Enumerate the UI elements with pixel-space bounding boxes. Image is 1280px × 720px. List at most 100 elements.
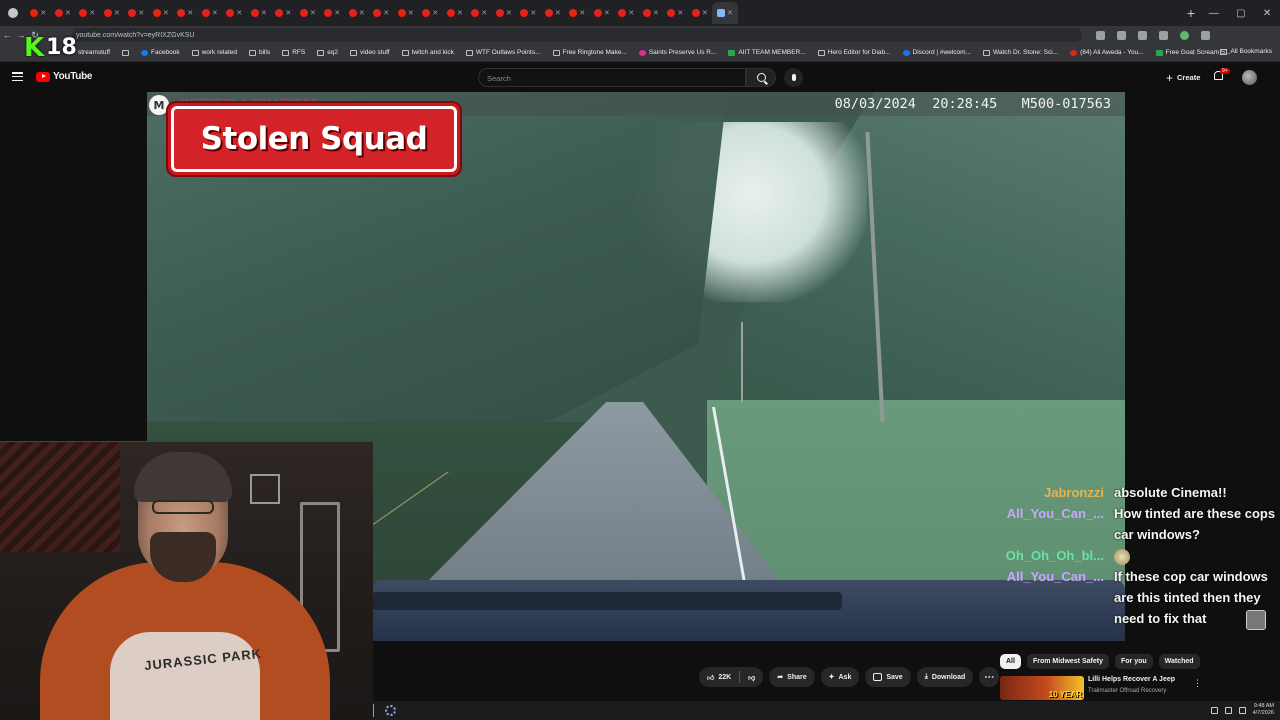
close-tab-icon[interactable]: ✕ bbox=[579, 9, 585, 17]
back-icon[interactable]: ← bbox=[0, 30, 14, 40]
bookmark-item[interactable]: Facebook bbox=[141, 49, 180, 56]
bookmark-star-icon[interactable] bbox=[1096, 30, 1105, 40]
browser-tab[interactable]: ✕ bbox=[688, 2, 713, 24]
browser-tab[interactable]: ✕ bbox=[124, 2, 149, 24]
recommended-video[interactable]: 10 YEAR Lilli Helps Recover A Jeep Trail… bbox=[1000, 676, 1280, 701]
voice-search-button[interactable] bbox=[784, 68, 803, 87]
bookmark-streamstuff[interactable]: streamstuff bbox=[78, 49, 110, 56]
search-button[interactable] bbox=[746, 68, 776, 87]
filter-chip[interactable]: All bbox=[1000, 654, 1021, 669]
more-actions-icon[interactable]: ⋯ bbox=[979, 667, 1000, 687]
browser-tab[interactable]: ✕ bbox=[369, 2, 394, 24]
clock[interactable]: 9:48 AM 4/7/2026 bbox=[1253, 703, 1274, 717]
filter-chip[interactable]: For you bbox=[1114, 654, 1153, 669]
apps-grid-icon[interactable] bbox=[122, 49, 130, 56]
close-tab-icon[interactable]: ✕ bbox=[481, 9, 487, 17]
extension-icon[interactable] bbox=[1159, 30, 1168, 40]
close-tab-icon[interactable]: ✕ bbox=[702, 9, 708, 17]
bookmark-item[interactable]: bills bbox=[248, 49, 270, 56]
new-tab-button[interactable]: + bbox=[1182, 5, 1200, 21]
browser-tab[interactable]: ✕ bbox=[26, 2, 51, 24]
recommended-video-title[interactable]: Lilli Helps Recover A Jeep bbox=[1088, 676, 1175, 683]
browser-tab[interactable]: ✕ bbox=[51, 2, 76, 24]
gear-icon[interactable] bbox=[385, 705, 396, 716]
create-button[interactable]: + Create bbox=[1158, 69, 1208, 86]
browser-tab[interactable]: ✕ bbox=[590, 2, 615, 24]
close-tab-icon[interactable]: ✕ bbox=[89, 9, 95, 17]
browser-tab[interactable]: ✕ bbox=[173, 2, 198, 24]
close-tab-icon[interactable]: ✕ bbox=[653, 9, 659, 17]
kebab-menu-icon[interactable]: ⋮ bbox=[1193, 678, 1202, 689]
bookmark-item[interactable]: Free Goat Scream S... bbox=[1155, 49, 1231, 56]
save-button[interactable]: Save bbox=[865, 667, 911, 687]
close-tab-icon[interactable]: ✕ bbox=[432, 9, 438, 17]
close-tab-icon[interactable]: ✕ bbox=[187, 9, 193, 17]
close-tab-icon[interactable]: ✕ bbox=[261, 9, 267, 17]
bookmark-item[interactable]: WTF Outlaws Points... bbox=[465, 49, 541, 56]
notifications-button[interactable]: 9+ bbox=[1214, 68, 1230, 82]
bookmark-item[interactable]: (84) Ali Aweda - You... bbox=[1070, 49, 1144, 56]
maximize-icon[interactable]: ▢ bbox=[1236, 8, 1245, 19]
close-tab-icon[interactable]: ✕ bbox=[383, 9, 389, 17]
close-tab-icon[interactable]: ✕ bbox=[727, 9, 733, 17]
network-icon[interactable] bbox=[1210, 706, 1218, 714]
close-tab-icon[interactable]: ✕ bbox=[310, 9, 316, 17]
browser-tab[interactable]: ✕ bbox=[639, 2, 664, 24]
browser-tab[interactable]: ✕ bbox=[516, 2, 541, 24]
chat-username[interactable]: Oh_Oh_Oh_bl... bbox=[1000, 545, 1114, 566]
bookmark-item[interactable]: twitch and kick bbox=[401, 49, 454, 56]
browser-tab[interactable]: ✕ bbox=[394, 2, 419, 24]
filter-chip[interactable]: From Midwest Safety bbox=[1026, 654, 1109, 669]
bookmark-item[interactable]: eq2 bbox=[317, 49, 338, 56]
close-tab-icon[interactable]: ✕ bbox=[359, 9, 365, 17]
browser-tab[interactable]: ✕ bbox=[222, 2, 247, 24]
close-tab-icon[interactable]: ✕ bbox=[604, 9, 610, 17]
volume-icon[interactable] bbox=[1224, 706, 1232, 714]
close-tab-icon[interactable]: ✕ bbox=[506, 9, 512, 17]
browser-tab[interactable]: ✕ bbox=[541, 2, 566, 24]
bookmark-item[interactable]: video stuff bbox=[350, 49, 390, 56]
dislike-button[interactable]: 👎︎ bbox=[740, 667, 763, 687]
extension-icon[interactable] bbox=[1117, 30, 1126, 40]
browser-tab[interactable]: ✕ bbox=[614, 2, 639, 24]
bookmark-item[interactable]: Free Ringtone Make... bbox=[552, 49, 627, 56]
chat-username[interactable]: Jabronzzi bbox=[1000, 482, 1114, 503]
filter-chip[interactable]: Watched bbox=[1158, 654, 1200, 669]
minimize-icon[interactable]: — bbox=[1209, 8, 1219, 19]
video-thumbnail[interactable]: 10 YEAR bbox=[1000, 676, 1084, 700]
browser-tab[interactable]: ✕ bbox=[345, 2, 370, 24]
battery-icon[interactable] bbox=[1238, 706, 1246, 714]
download-button[interactable]: ⤓ Download bbox=[916, 667, 974, 687]
bookmark-item[interactable]: Saints Preserve Us R... bbox=[638, 49, 716, 56]
omnibox[interactable]: youtube.com/watch?v=eyRIXZGvKSU bbox=[72, 28, 1082, 42]
like-button[interactable]: 👍︎ 22K bbox=[699, 667, 739, 687]
profile-icon[interactable] bbox=[1180, 30, 1189, 40]
browser-tab[interactable]: ✕ bbox=[492, 2, 517, 24]
close-tab-icon[interactable]: ✕ bbox=[530, 9, 536, 17]
close-tab-icon[interactable]: ✕ bbox=[408, 9, 414, 17]
bookmark-item[interactable]: work related bbox=[191, 49, 237, 56]
close-tab-icon[interactable]: ✕ bbox=[163, 9, 169, 17]
close-tab-icon[interactable]: ✕ bbox=[138, 9, 144, 17]
bookmark-item[interactable]: RFS bbox=[282, 49, 305, 56]
all-bookmarks[interactable]: All Bookmarks bbox=[1220, 48, 1272, 55]
bookmark-item[interactable]: Hero Editor for Diab... bbox=[817, 49, 891, 56]
chat-username[interactable]: All_You_Can_... bbox=[1000, 503, 1114, 545]
bookmark-item[interactable]: Discord | #welcom... bbox=[902, 49, 971, 56]
browser-tab[interactable]: ✕ bbox=[712, 2, 738, 24]
browser-tab[interactable]: ✕ bbox=[418, 2, 443, 24]
close-tab-icon[interactable]: ✕ bbox=[334, 9, 340, 17]
menu-icon[interactable] bbox=[12, 72, 23, 81]
close-tab-icon[interactable]: ✕ bbox=[236, 9, 242, 17]
search-input[interactable]: Search bbox=[478, 68, 746, 87]
browser-tab[interactable]: ✕ bbox=[149, 2, 174, 24]
recommended-video-channel[interactable]: Trailmaster Offroad Recovery bbox=[1088, 688, 1166, 694]
browser-tab[interactable]: ✕ bbox=[75, 2, 100, 24]
kebab-menu-icon[interactable] bbox=[1201, 30, 1210, 40]
browser-tab[interactable]: ✕ bbox=[198, 2, 223, 24]
close-tab-icon[interactable]: ✕ bbox=[457, 9, 463, 17]
chat-username[interactable]: All_You_Can_... bbox=[1000, 566, 1114, 629]
browser-tab[interactable]: ✕ bbox=[271, 2, 296, 24]
share-button[interactable]: ➦ Share bbox=[769, 667, 815, 687]
browser-tab[interactable]: ✕ bbox=[296, 2, 321, 24]
